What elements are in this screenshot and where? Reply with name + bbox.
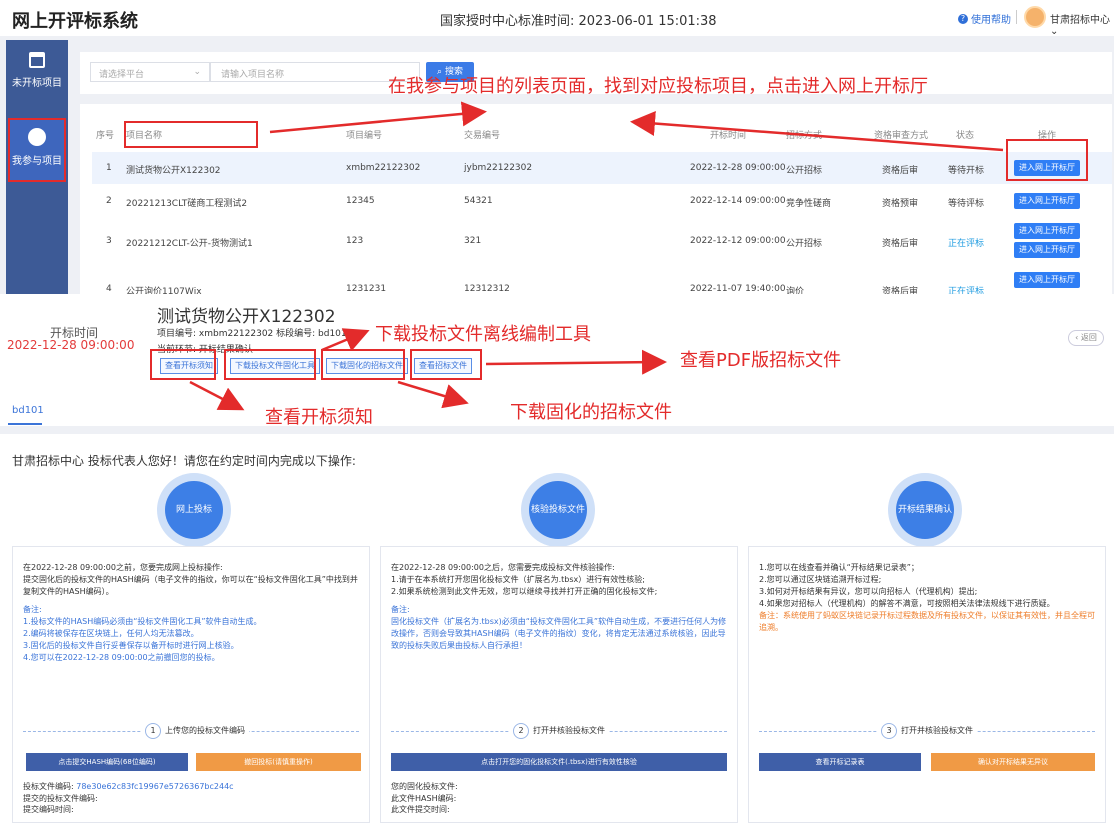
panel-body: 1.您可以在线查看并确认“开标结果记录表”； 2.您可以通过区块链追溯开标过程;… bbox=[759, 562, 1095, 634]
withdraw-bid-button[interactable]: 撤回投标(请慎重操作) bbox=[196, 753, 361, 771]
step-circle-2: 核验投标文件 bbox=[521, 473, 595, 547]
note-item: 2.编码将被保存在区块链上，任何人均无法篡改。 bbox=[23, 629, 199, 638]
info-line: 1.您可以在线查看并确认“开标结果记录表”； bbox=[759, 563, 919, 572]
view-record-button[interactable]: 查看开标记录表 bbox=[759, 753, 921, 771]
submit-time: 提交编码时间: bbox=[23, 805, 74, 815]
step-label: 1 上传您的投标文件编码 bbox=[141, 723, 249, 739]
circle-label: 核验投标文件 bbox=[529, 481, 587, 539]
note-text: 备注：系统使用了蚂蚁区块链记录开标过程数据及所有投标文件，以保证其有效性，并且全… bbox=[759, 611, 1095, 632]
step-number: 3 bbox=[881, 723, 897, 739]
note-title: 备注: bbox=[391, 605, 410, 614]
panel-body: 在2022-12-28 09:00:00之后，您需要完成投标文件核验操作: 1.… bbox=[391, 562, 727, 652]
intro-step: 2.如果系统检测到此文件无效，您可以继续寻找并打开正确的固化投标文件; bbox=[391, 587, 658, 596]
fixed-file: 您的固化投标文件: bbox=[391, 782, 458, 791]
file-time: 此文件提交时间: bbox=[391, 805, 450, 815]
step-label: 2 打开并核验投标文件 bbox=[509, 723, 609, 739]
result-confirm-panel: 1.您可以在线查看并确认“开标结果记录表”； 2.您可以通过区块链追溯开标过程;… bbox=[748, 546, 1106, 823]
note-item: 4.您可以在2022-12-28 09:00:00之前撤回您的投标。 bbox=[23, 653, 220, 662]
verify-bid-panel: 在2022-12-28 09:00:00之后，您需要完成投标文件核验操作: 1.… bbox=[380, 546, 738, 823]
submit-hash-button[interactable]: 点击提交HASH编码(68位编码) bbox=[26, 753, 188, 771]
note-title: 备注: bbox=[23, 605, 42, 614]
intro-detail: 提交固化后的投标文件的HASH编码（电子文件的指纹，你可以在“投标文件固化工具”… bbox=[23, 575, 358, 596]
hash-label: 投标文件编码: bbox=[23, 782, 74, 791]
step-circle-1: 网上投标 bbox=[157, 473, 231, 547]
step-text: 打开并核验投标文件 bbox=[901, 726, 973, 735]
info-line: 4.如果您对招标人（代理机构）的解答不满意，可按照相关法律法规线下进行质疑。 bbox=[759, 599, 1055, 608]
open-verify-button[interactable]: 点击打开您的固化投标文件(.tbsx)进行有效性核验 bbox=[391, 753, 727, 771]
circle-label: 网上投标 bbox=[165, 481, 223, 539]
panel-body: 在2022-12-28 09:00:00之前，您要完成网上投标操作: 提交固化后… bbox=[23, 562, 359, 664]
hash-row: 投标文件编码: 78e30e62c83fc19967e5726367bc244c bbox=[23, 781, 234, 793]
note-item: 1.投标文件的HASH编码必须由“投标文件固化工具”软件自动生成。 bbox=[23, 617, 262, 626]
step-text: 打开并核验投标文件 bbox=[533, 726, 605, 735]
intro: 在2022-12-28 09:00:00之前，您要完成网上投标操作: bbox=[23, 563, 223, 572]
info-line: 2.您可以通过区块链追溯开标过程; bbox=[759, 575, 882, 584]
info-line: 3.如何对开标结果有异议，您可以向招标人（代理机构）提出; bbox=[759, 587, 978, 596]
intro-step: 1.请于在本系统打开您固化投标文件（扩展名为.tbsx）进行有效性核验; bbox=[391, 575, 645, 584]
intro: 在2022-12-28 09:00:00之后，您需要完成投标文件核验操作: bbox=[391, 563, 615, 572]
step-number: 2 bbox=[513, 723, 529, 739]
hash-info: 投标文件编码: 78e30e62c83fc19967e5726367bc244c… bbox=[23, 781, 234, 816]
step-circle-3: 开标结果确认 bbox=[888, 473, 962, 547]
note-item: 固化投标文件（扩展名为.tbsx)必须由“投标文件固化工具”软件自动生成，不要进… bbox=[391, 617, 727, 650]
step-text: 上传您的投标文件编码 bbox=[165, 726, 245, 735]
circle-label: 开标结果确认 bbox=[896, 481, 954, 539]
file-info: 您的固化投标文件: 此文件HASH编码: 此文件提交时间: bbox=[391, 781, 458, 816]
hash-value: 78e30e62c83fc19967e5726367bc244c bbox=[76, 782, 234, 791]
confirm-result-button[interactable]: 确认对开标结果无异议 bbox=[931, 753, 1095, 771]
online-bid-panel: 在2022-12-28 09:00:00之前，您要完成网上投标操作: 提交固化后… bbox=[12, 546, 370, 823]
step-number: 1 bbox=[145, 723, 161, 739]
file-hash: 此文件HASH编码: bbox=[391, 793, 457, 803]
submitted-code: 提交的投标文件编码: bbox=[23, 793, 98, 803]
note-item: 3.固化后的投标文件自行妥善保存以备开标时进行网上核验。 bbox=[23, 641, 239, 650]
step-label: 3 打开并核验投标文件 bbox=[877, 723, 977, 739]
